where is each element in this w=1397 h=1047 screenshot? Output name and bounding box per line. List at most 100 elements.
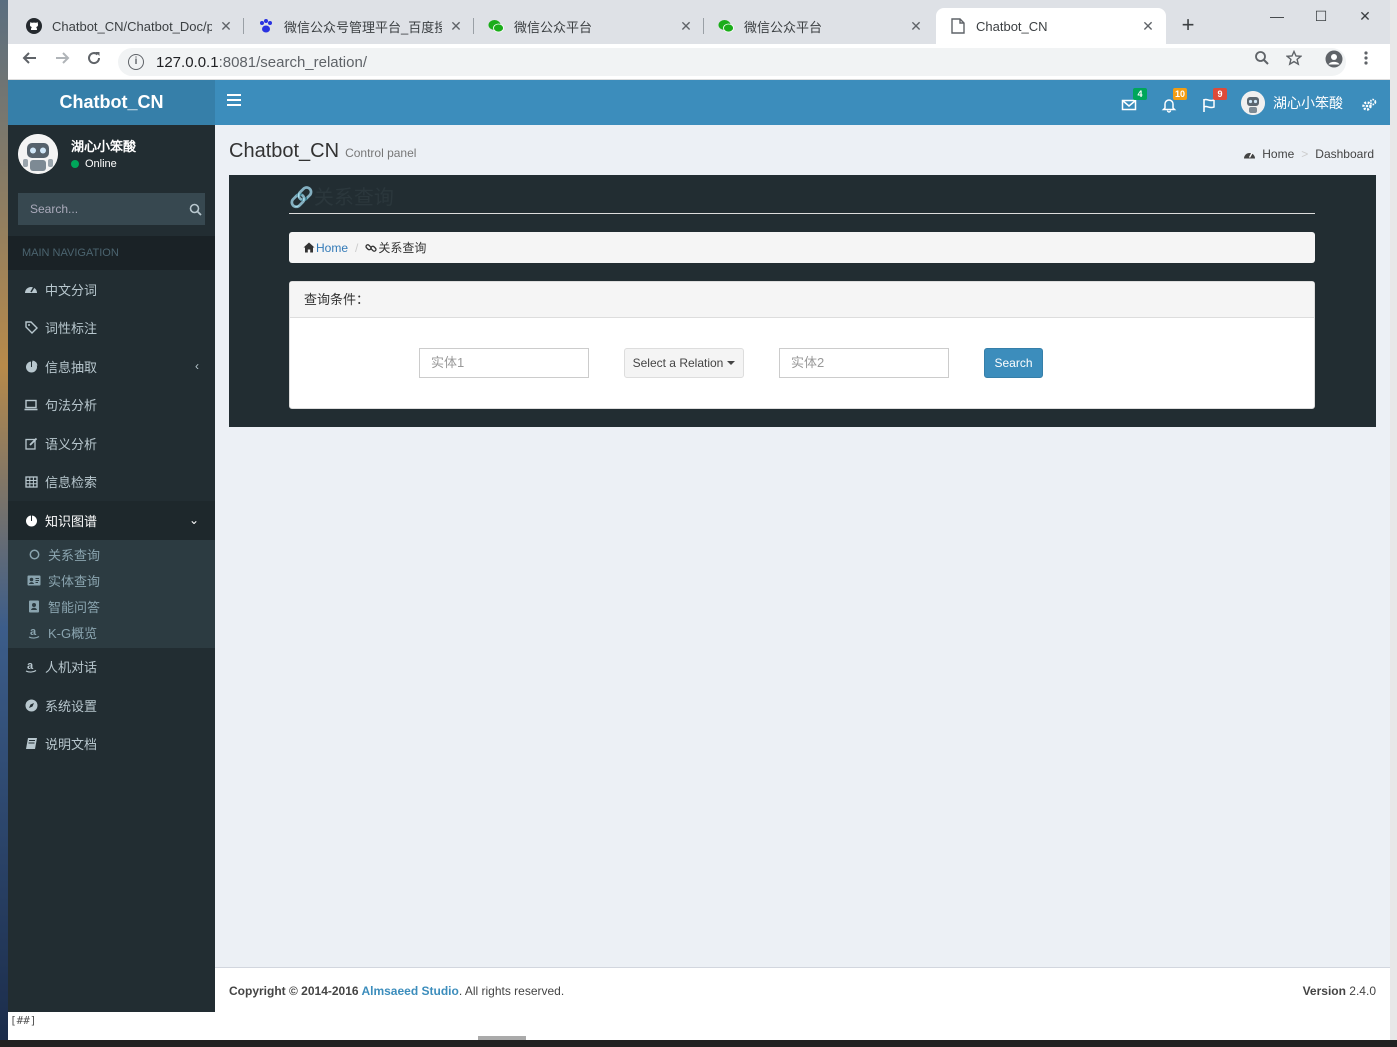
tab-chatbot-active[interactable]: Chatbot_CN ✕ <box>936 8 1166 44</box>
link-icon: 🔗 <box>289 187 314 209</box>
browser-menu-icon[interactable] <box>1354 50 1378 74</box>
messages-button[interactable]: 4 <box>1121 88 1147 116</box>
sidebar-item-syntax-analysis[interactable]: 句法分析 <box>8 386 215 425</box>
tab-title: 微信公众平台 <box>744 19 823 35</box>
wechat-icon <box>488 18 504 34</box>
sidebar-item-dialogue[interactable]: a 人机对话 <box>8 648 215 687</box>
book-icon <box>24 737 38 751</box>
close-tab-icon[interactable]: ✕ <box>908 18 924 34</box>
minimize-button[interactable]: — <box>1254 4 1300 28</box>
maximize-button[interactable]: ☐ <box>1298 4 1344 28</box>
sidebar-item-docs[interactable]: 说明文档 <box>8 725 215 764</box>
section-title: 🔗关系查询 <box>289 187 394 209</box>
tag-icon <box>24 321 38 335</box>
divider <box>289 213 1315 214</box>
envelope-icon <box>1121 99 1137 116</box>
query-conditions-header: 查询条件： <box>290 282 1314 318</box>
forward-button[interactable] <box>50 50 74 74</box>
content-header: Chatbot_CN Control panel <box>229 140 416 163</box>
back-button[interactable] <box>18 50 42 74</box>
breadcrumb-home[interactable]: Home <box>1262 147 1294 161</box>
tasks-button[interactable]: 9 <box>1201 88 1227 116</box>
breadcrumb: Home > Dashboard <box>1243 147 1374 161</box>
dashboard-icon <box>24 282 38 296</box>
sidebar-item-knowledge-graph[interactable]: 知识图谱 ⌄ <box>8 501 215 540</box>
sidebar-item-pos-tagging[interactable]: 词性标注 <box>8 309 215 348</box>
chevron-left-icon: ‹ <box>195 359 199 373</box>
tab-strip: Chatbot_CN/Chatbot_Doc/p ✕ 微信公众号管理平台_百度搜… <box>8 0 1390 44</box>
tab-wechat-2[interactable]: 微信公众平台 ✕ <box>704 8 934 44</box>
search-icon[interactable] <box>185 193 205 225</box>
sidebar: 湖心小笨酸 Online MAIN NAVIGATION 中文分词 <box>8 125 215 1012</box>
page-icon <box>950 18 966 34</box>
sidebar-subitem-entity-query[interactable]: 实体查询 <box>8 568 215 594</box>
tab-github[interactable]: Chatbot_CN/Chatbot_Doc/p ✕ <box>12 8 244 44</box>
circle-icon <box>27 548 41 562</box>
browser-toolbar: i 127.0.0.1:8081/search_relation/ <box>8 44 1390 80</box>
studio-link[interactable]: Almsaeed Studio <box>361 984 458 998</box>
github-icon <box>26 18 42 34</box>
control-sidebar-button[interactable] <box>1361 92 1385 116</box>
sidebar-subitem-smart-qa[interactable]: 智能问答 <box>8 594 215 620</box>
close-tab-icon[interactable]: ✕ <box>218 18 234 34</box>
nav-header: MAIN NAVIGATION <box>8 236 215 270</box>
sidebar-subitem-relation-query[interactable]: 关系查询 <box>8 542 215 568</box>
user-name: 湖心小笨酸 <box>1273 95 1343 111</box>
sidebar-subitem-kg-overview[interactable]: a K-G概览 <box>8 620 215 646</box>
knowledge-graph-submenu: 关系查询 实体查询 智能问答 a K-G概览 <box>8 539 215 648</box>
home-icon <box>303 242 315 253</box>
dashboard-icon <box>1243 149 1256 160</box>
user-name: 湖心小笨酸 <box>71 139 137 154</box>
app-logo[interactable]: Chatbot_CN <box>8 80 215 125</box>
window-close-button[interactable]: ✕ <box>1342 4 1388 28</box>
notifications-button[interactable]: 10 <box>1161 88 1187 116</box>
pie-chart-icon <box>24 359 38 373</box>
caret-down-icon <box>727 361 736 365</box>
footer-version: Version 2.4.0 <box>1302 984 1376 998</box>
search-button[interactable]: Search <box>984 348 1043 378</box>
baidu-paw-icon <box>258 18 274 34</box>
sidebar-item-semantic-analysis[interactable]: 语义分析 <box>8 424 215 463</box>
edit-icon <box>24 436 38 450</box>
tab-baidu[interactable]: 微信公众号管理平台_百度搜索 ✕ <box>244 8 474 44</box>
amazon-icon: a <box>24 660 38 674</box>
taskbar-edge <box>0 1040 1397 1047</box>
chevron-down-icon: ⌄ <box>188 513 199 527</box>
close-tab-icon[interactable]: ✕ <box>678 18 694 34</box>
relation-select-button[interactable]: Select a Relation <box>624 348 744 378</box>
user-menu[interactable]: 湖心小笨酸 <box>1241 91 1343 115</box>
close-tab-icon[interactable]: ✕ <box>1140 18 1156 34</box>
reload-button[interactable] <box>82 50 106 74</box>
sidebar-item-info-extraction[interactable]: 信息抽取 ‹ <box>8 347 215 386</box>
sidebar-item-info-retrieval[interactable]: 信息检索 <box>8 463 215 502</box>
avatar <box>18 134 58 174</box>
sidebar-toggle-icon[interactable] <box>227 94 241 108</box>
amazon-icon: a <box>27 626 41 640</box>
bookmark-star-icon[interactable] <box>1282 49 1306 74</box>
user-panel: 湖心小笨酸 Online <box>8 125 215 187</box>
relation-query-panel: 🔗关系查询 Home / 关系查询 查询条件： 实体1 Select a Rel… <box>229 175 1376 427</box>
status-text: [##] <box>8 1012 1390 1040</box>
close-tab-icon[interactable]: ✕ <box>448 18 464 34</box>
sidebar-item-word-segmentation[interactable]: 中文分词 <box>8 270 215 309</box>
new-tab-button[interactable]: + <box>1176 14 1200 38</box>
compass-icon <box>24 698 38 712</box>
horizontal-scrollbar[interactable] <box>478 1036 526 1040</box>
admin-app: Chatbot_CN 4 10 9 湖心小笨酸 湖心小笨酸 Online Sea… <box>8 80 1390 1040</box>
sidebar-search <box>18 193 205 225</box>
profile-icon[interactable] <box>1322 50 1346 74</box>
footer-copyright: Copyright © 2014-2016 Almsaeed Studio. A… <box>229 984 565 998</box>
site-info-icon[interactable]: i <box>128 54 144 70</box>
address-bar[interactable]: i 127.0.0.1:8081/search_relation/ <box>118 48 1346 76</box>
online-dot-icon <box>71 160 79 168</box>
inner-breadcrumb-home[interactable]: Home <box>303 241 348 255</box>
svg-text:a: a <box>30 626 37 638</box>
entity2-input[interactable]: 实体2 <box>779 348 949 378</box>
tab-title: 微信公众平台 <box>514 19 593 35</box>
zoom-icon[interactable] <box>1250 50 1274 74</box>
desktop-background-left <box>0 0 8 1047</box>
sidebar-search-input[interactable] <box>18 202 185 216</box>
entity1-input[interactable]: 实体1 <box>419 348 589 378</box>
sidebar-item-settings[interactable]: 系统设置 <box>8 686 215 725</box>
tab-wechat-1[interactable]: 微信公众平台 ✕ <box>474 8 704 44</box>
